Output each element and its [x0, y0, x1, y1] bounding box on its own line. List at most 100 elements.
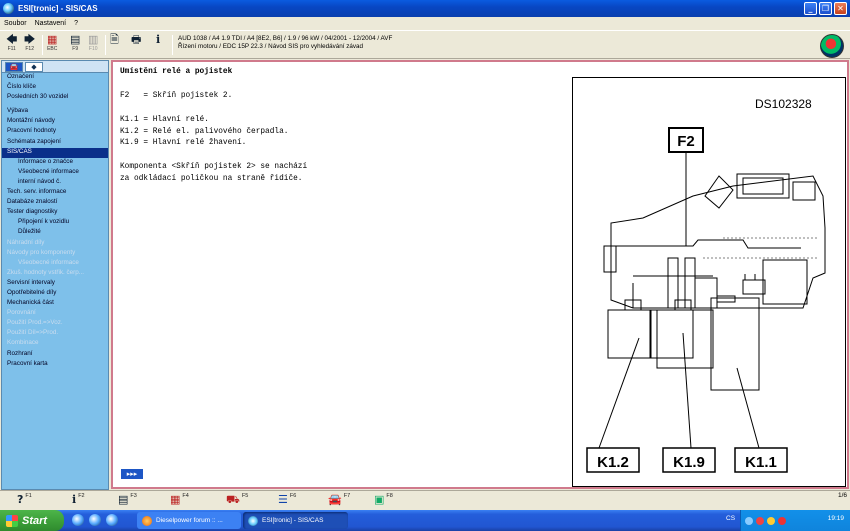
f9-button[interactable]: ▤ F9: [70, 34, 80, 56]
f2-info-button[interactable]: i F2: [72, 493, 85, 509]
sidebar-item[interactable]: Schémata zapojení: [2, 138, 108, 148]
sidebar-item[interactable]: Posledních 30 vozidel: [2, 93, 108, 103]
minimize-button[interactable]: _: [804, 2, 817, 15]
sidebar-item[interactable]: Rozhraní: [2, 350, 108, 360]
figure-code: DS102328: [755, 97, 812, 111]
page-indicator: 1/6: [837, 492, 847, 499]
sidebar-item: Všeobecné informace: [18, 258, 79, 266]
title-bar: ESI[tronic] - SIS/CAS _ ❐ ✕: [0, 0, 850, 17]
tab-other[interactable]: ◆: [25, 62, 43, 72]
clock: 19:19: [827, 515, 844, 522]
sidebar-item[interactable]: Servisní intervaly: [2, 279, 108, 289]
desktop-icon[interactable]: [72, 514, 84, 526]
document-icon: 🗎: [110, 34, 119, 46]
arrow-icon: ◆: [31, 63, 37, 71]
taskbar: Start Dieselpower forum :: ... ESI[troni…: [0, 510, 850, 531]
info-button[interactable]: i: [156, 34, 160, 56]
f9-icon: ▤: [70, 34, 81, 46]
sidebar-item[interactable]: Montážní návody: [2, 117, 108, 127]
bosch-logo: [820, 34, 844, 58]
sidebar-item[interactable]: Tech. serv. informace: [2, 188, 108, 198]
sidebar-item[interactable]: Označení: [2, 73, 108, 83]
antivirus-icon[interactable]: [778, 516, 786, 525]
menu-help[interactable]: ?: [70, 20, 82, 27]
f5-button[interactable]: ⛟ F5: [226, 493, 248, 509]
content-line: Komponenta <Skříň pojistek 2> se nachází: [120, 163, 308, 172]
esi-app-icon: [248, 515, 258, 526]
sidebar-item: Kombinace: [7, 339, 39, 347]
language-indicator[interactable]: CS: [726, 515, 735, 522]
f8-button[interactable]: ▣ F8: [374, 493, 393, 509]
f6-button[interactable]: ☰ F6: [278, 493, 296, 509]
toolbar: 🡄 F11 🡆 F12 ▦ EBC ▤ F9 ▥ F10 🗎 🖶 i AUD 1038 /…: [0, 30, 850, 59]
sidebar-item[interactable]: interní návod č.: [2, 178, 108, 188]
close-button[interactable]: ✕: [834, 2, 847, 15]
mail-icon[interactable]: [756, 516, 764, 525]
sidebar-item[interactable]: Výbava: [2, 107, 108, 117]
quick-launch: [72, 514, 118, 526]
task-forum[interactable]: Dieselpower forum :: ...: [137, 512, 241, 529]
sidebar-item[interactable]: Pracovní hodnoty: [2, 127, 108, 137]
firefox-icon: [142, 515, 152, 526]
sidebar-item[interactable]: Opotřebitelné díly: [2, 289, 108, 299]
content-line: F2 = Skříň pojistek 2.: [120, 91, 233, 100]
content-heading: Umístění relé a pojistek: [120, 68, 233, 76]
menu-settings[interactable]: Nastavení: [31, 20, 71, 27]
sidebar-item: Porovnání: [7, 309, 36, 317]
back-button[interactable]: 🡄 F11: [6, 34, 17, 56]
sidebar-item: Použití Díl=>Prod.: [7, 329, 59, 337]
sidebar-item[interactable]: Pracovní karta: [2, 360, 108, 370]
sidebar-item[interactable]: Databáze znalostí: [2, 198, 108, 208]
esi-icon: ▣: [374, 493, 385, 506]
sidebar-item[interactable]: Důležité: [2, 228, 108, 238]
sidebar-item[interactable]: Připojení k vozidlu: [2, 218, 108, 228]
label-f2: F2: [677, 133, 695, 150]
forward-button[interactable]: 🡆 F12: [24, 34, 35, 56]
sidebar: 🚘 ◆ Označení Číslo klíče Posledních 30 voz…: [1, 60, 109, 490]
f10-icon: ▥: [88, 34, 99, 46]
f1-help-button[interactable]: ? F1: [17, 493, 32, 509]
tab-vehicle[interactable]: 🚘: [5, 62, 23, 72]
document-button[interactable]: 🗎: [110, 34, 119, 56]
f3-button[interactable]: ▤ F3: [118, 493, 137, 509]
window-title: ESI[tronic] - SIS/CAS: [18, 4, 98, 13]
system-tray: 19:19: [740, 510, 850, 531]
sidebar-item[interactable]: Informace o značce: [2, 158, 108, 168]
sidebar-item[interactable]: Tester diagnostiky: [2, 208, 108, 218]
info-icon: i: [72, 493, 77, 506]
text-icon: ☰: [278, 493, 288, 506]
print-button[interactable]: 🖶: [131, 34, 141, 56]
vehicle-info: AUD 1038 / A4 1.9 TDI / A4 [8E2, B6] / 1…: [178, 35, 392, 51]
content-line: za odkládací poličkou na straně řidiče.: [120, 175, 303, 184]
content-line: K1.1 = Hlavní relé.: [120, 115, 209, 124]
sidebar-item: Náhradní díly: [7, 238, 45, 246]
sidebar-item[interactable]: Všeobecné informace: [2, 168, 108, 178]
fuse-box-figure: DS102328 F2 K1.2 K1.9 K1.1: [572, 77, 846, 487]
start-button[interactable]: Start: [0, 510, 64, 531]
task-esitronic[interactable]: ESI[tronic] - SIS/CAS: [243, 512, 348, 529]
info-icon: i: [156, 33, 161, 46]
maximize-button[interactable]: ❐: [819, 2, 832, 15]
menu-file[interactable]: Soubor: [0, 20, 31, 27]
arrow-left-icon: 🡄: [6, 34, 18, 46]
f10-button[interactable]: ▥ F10: [88, 34, 98, 56]
label-k1-9: K1.9: [673, 454, 705, 471]
function-key-bar: ? F1 i F2 ▤ F3 ▦ F4 ⛟ F5 ☰ F6 🚘 F7 ▣ F8 1/6: [0, 490, 850, 510]
content-line: K1.2 = Relé el. palivového čerpadla.: [120, 127, 289, 136]
sidebar-item[interactable]: SIS/CAS: [2, 147, 108, 158]
browser-icon[interactable]: [106, 514, 118, 526]
menu-bar: Soubor Nastavení ?: [0, 17, 850, 29]
ebc-button[interactable]: ▦ EBC: [47, 34, 57, 56]
label-k1-2: K1.2: [597, 454, 629, 471]
sidebar-item: Zkuš. hodnoty vstřik. čerp...: [7, 268, 84, 276]
sidebar-item[interactable]: Číslo klíče: [2, 83, 108, 93]
f7-button[interactable]: 🚘 F7: [328, 493, 350, 509]
vehicle-line-1: AUD 1038 / A4 1.9 TDI / A4 [8E2, B6] / 1…: [178, 35, 393, 42]
security-icon[interactable]: [767, 516, 775, 525]
ebc-icon: ▦: [47, 34, 58, 46]
sidebar-item[interactable]: Mechanická část: [2, 299, 108, 309]
ie-icon[interactable]: [89, 514, 101, 526]
network-icon[interactable]: [745, 516, 753, 525]
next-page-arrow[interactable]: ▸▸▸: [121, 469, 143, 479]
f4-button[interactable]: ▦ F4: [170, 493, 189, 509]
